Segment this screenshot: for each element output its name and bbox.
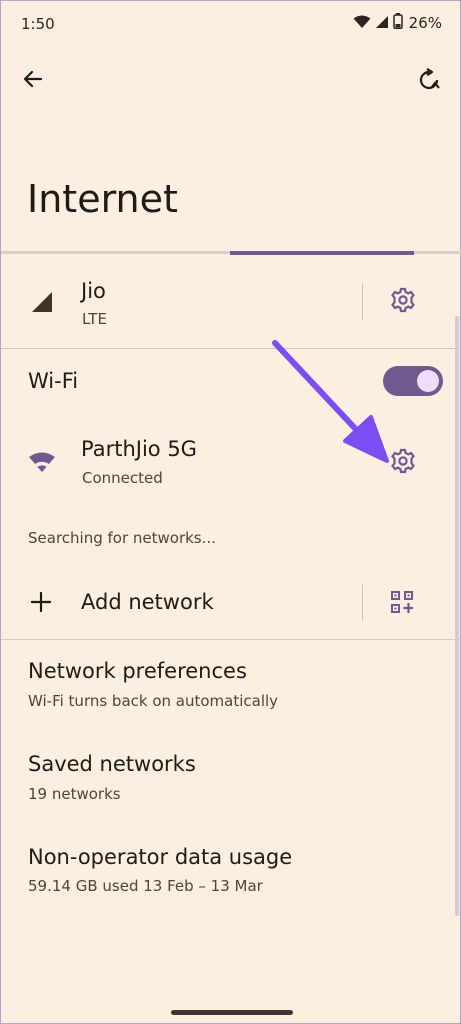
scrollbar[interactable]: [455, 316, 459, 916]
list-item-subtitle: Wi-Fi turns back on automatically: [28, 692, 279, 710]
network-name: ParthJio 5G: [81, 437, 197, 461]
data-usage-item[interactable]: Non-operator data usage 59.14 GB used 13…: [1, 836, 456, 916]
refresh-icon: [417, 68, 441, 96]
plus-icon: [30, 591, 52, 616]
page-title: Internet: [27, 177, 178, 221]
back-arrow-icon: [23, 69, 43, 93]
mobile-settings-button[interactable]: [389, 287, 417, 317]
cell-signal-icon: [31, 291, 53, 317]
progress-indicator: [230, 251, 414, 255]
saved-networks-item[interactable]: Saved networks 19 networks: [1, 743, 456, 823]
battery-percent: 26%: [408, 14, 442, 32]
qr-scan-button[interactable]: [391, 591, 415, 615]
add-network-label: Add network: [81, 590, 214, 614]
annotation-arrow: [267, 337, 397, 471]
list-item-subtitle: 59.14 GB used 13 Feb – 13 Mar: [28, 877, 263, 895]
status-time: 1:50: [21, 15, 55, 33]
add-network-row[interactable]: Add network: [1, 571, 351, 633]
mobile-network-row[interactable]: Jio LTE: [1, 263, 351, 339]
wifi-icon: [28, 451, 56, 477]
toggle-knob: [417, 370, 439, 392]
divider: [362, 283, 363, 321]
network-preferences-item[interactable]: Network preferences Wi-Fi turns back on …: [1, 651, 456, 731]
network-status: Connected: [82, 469, 163, 487]
home-gesture-bar[interactable]: [171, 1010, 293, 1015]
battery-icon: [392, 13, 403, 33]
list-item-subtitle: 19 networks: [28, 785, 121, 803]
list-item-title: Network preferences: [28, 659, 247, 683]
wifi-icon: [353, 14, 371, 33]
mobile-network-type: LTE: [82, 310, 107, 328]
list-item-title: Saved networks: [28, 752, 196, 776]
status-icons: 26%: [353, 13, 442, 33]
divider: [1, 639, 461, 640]
mobile-network-name: Jio: [81, 279, 106, 303]
divider: [362, 585, 363, 621]
qr-code-icon: [391, 591, 413, 617]
refresh-button[interactable]: [410, 63, 448, 101]
back-button[interactable]: [15, 63, 51, 99]
list-item-title: Non-operator data usage: [28, 845, 293, 869]
wifi-label: Wi-Fi: [28, 369, 79, 393]
cell-signal-icon: [375, 14, 389, 33]
gear-icon: [390, 287, 416, 317]
searching-text: Searching for networks...: [28, 529, 216, 547]
